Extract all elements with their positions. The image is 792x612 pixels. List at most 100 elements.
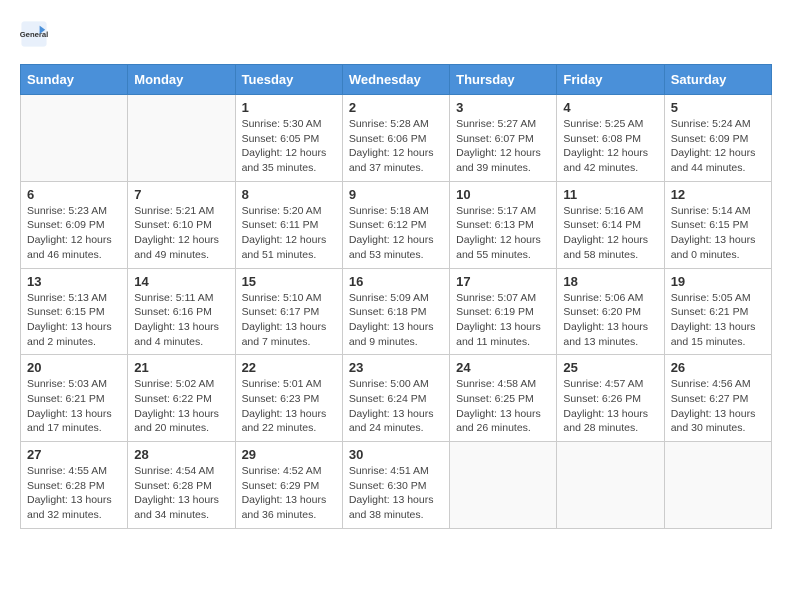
calendar-week-row: 13 Sunrise: 5:13 AM Sunset: 6:15 PM Dayli… — [21, 268, 772, 355]
weekday-header-saturday: Saturday — [664, 65, 771, 95]
day-info: Sunrise: 5:28 AM Sunset: 6:06 PM Dayligh… — [349, 117, 443, 176]
calendar-day-cell — [128, 95, 235, 182]
weekday-header-friday: Friday — [557, 65, 664, 95]
day-number: 28 — [134, 447, 228, 462]
calendar-day-cell: 24 Sunrise: 4:58 AM Sunset: 6:25 PM Dayli… — [450, 355, 557, 442]
calendar-day-cell: 14 Sunrise: 5:11 AM Sunset: 6:16 PM Dayli… — [128, 268, 235, 355]
calendar-day-cell: 30 Sunrise: 4:51 AM Sunset: 6:30 PM Dayli… — [342, 442, 449, 529]
day-number: 23 — [349, 360, 443, 375]
calendar-day-cell — [664, 442, 771, 529]
calendar-day-cell: 19 Sunrise: 5:05 AM Sunset: 6:21 PM Dayli… — [664, 268, 771, 355]
day-info: Sunrise: 5:23 AM Sunset: 6:09 PM Dayligh… — [27, 204, 121, 263]
day-number: 10 — [456, 187, 550, 202]
day-number: 30 — [349, 447, 443, 462]
day-number: 27 — [27, 447, 121, 462]
day-info: Sunrise: 4:51 AM Sunset: 6:30 PM Dayligh… — [349, 464, 443, 523]
calendar-day-cell: 23 Sunrise: 5:00 AM Sunset: 6:24 PM Dayli… — [342, 355, 449, 442]
calendar-day-cell: 16 Sunrise: 5:09 AM Sunset: 6:18 PM Dayli… — [342, 268, 449, 355]
day-number: 16 — [349, 274, 443, 289]
calendar-day-cell: 25Sunrise: 4:57 AM Sunset: 6:26 PM Dayli… — [557, 355, 664, 442]
day-info: Sunrise: 5:16 AM Sunset: 6:14 PM Dayligh… — [563, 204, 657, 263]
day-info: Sunrise: 5:30 AM Sunset: 6:05 PM Dayligh… — [242, 117, 336, 176]
day-info: Sunrise: 4:58 AM Sunset: 6:25 PM Dayligh… — [456, 377, 550, 436]
calendar-day-cell: 20 Sunrise: 5:03 AM Sunset: 6:21 PM Dayli… — [21, 355, 128, 442]
day-number: 14 — [134, 274, 228, 289]
calendar-day-cell: 5Sunrise: 5:24 AM Sunset: 6:09 PM Daylig… — [664, 95, 771, 182]
calendar-day-cell: 12 Sunrise: 5:14 AM Sunset: 6:15 PM Dayli… — [664, 181, 771, 268]
calendar-day-cell — [557, 442, 664, 529]
day-number: 29 — [242, 447, 336, 462]
day-info: Sunrise: 5:13 AM Sunset: 6:15 PM Dayligh… — [27, 291, 121, 350]
calendar-day-cell: 6 Sunrise: 5:23 AM Sunset: 6:09 PM Daylig… — [21, 181, 128, 268]
day-number: 3 — [456, 100, 550, 115]
page-header: General — [20, 20, 772, 48]
calendar-day-cell: 27 Sunrise: 4:55 AM Sunset: 6:28 PM Dayli… — [21, 442, 128, 529]
day-number: 1 — [242, 100, 336, 115]
day-info: Sunrise: 5:06 AM Sunset: 6:20 PM Dayligh… — [563, 291, 657, 350]
day-info: Sunrise: 5:25 AM Sunset: 6:08 PM Dayligh… — [563, 117, 657, 176]
day-info: Sunrise: 5:21 AM Sunset: 6:10 PM Dayligh… — [134, 204, 228, 263]
calendar-week-row: 6 Sunrise: 5:23 AM Sunset: 6:09 PM Daylig… — [21, 181, 772, 268]
calendar-day-cell: 7 Sunrise: 5:21 AM Sunset: 6:10 PM Daylig… — [128, 181, 235, 268]
day-info: Sunrise: 5:07 AM Sunset: 6:19 PM Dayligh… — [456, 291, 550, 350]
day-info: Sunrise: 5:02 AM Sunset: 6:22 PM Dayligh… — [134, 377, 228, 436]
svg-text:General: General — [20, 30, 48, 39]
day-number: 13 — [27, 274, 121, 289]
day-number: 21 — [134, 360, 228, 375]
weekday-header-sunday: Sunday — [21, 65, 128, 95]
calendar-day-cell: 1 Sunrise: 5:30 AM Sunset: 6:05 PM Daylig… — [235, 95, 342, 182]
calendar-day-cell: 28 Sunrise: 4:54 AM Sunset: 6:28 PM Dayli… — [128, 442, 235, 529]
day-info: Sunrise: 4:52 AM Sunset: 6:29 PM Dayligh… — [242, 464, 336, 523]
day-info: Sunrise: 5:27 AM Sunset: 6:07 PM Dayligh… — [456, 117, 550, 176]
logo: General — [20, 20, 52, 48]
day-info: Sunrise: 5:18 AM Sunset: 6:12 PM Dayligh… — [349, 204, 443, 263]
day-info: Sunrise: 4:54 AM Sunset: 6:28 PM Dayligh… — [134, 464, 228, 523]
calendar-day-cell: 13 Sunrise: 5:13 AM Sunset: 6:15 PM Dayli… — [21, 268, 128, 355]
day-number: 8 — [242, 187, 336, 202]
calendar-week-row: 27 Sunrise: 4:55 AM Sunset: 6:28 PM Dayli… — [21, 442, 772, 529]
calendar-day-cell: 2Sunrise: 5:28 AM Sunset: 6:06 PM Daylig… — [342, 95, 449, 182]
day-number: 12 — [671, 187, 765, 202]
weekday-header-monday: Monday — [128, 65, 235, 95]
calendar-day-cell: 21 Sunrise: 5:02 AM Sunset: 6:22 PM Dayli… — [128, 355, 235, 442]
day-number: 11 — [563, 187, 657, 202]
day-info: Sunrise: 5:00 AM Sunset: 6:24 PM Dayligh… — [349, 377, 443, 436]
day-info: Sunrise: 5:11 AM Sunset: 6:16 PM Dayligh… — [134, 291, 228, 350]
day-number: 15 — [242, 274, 336, 289]
weekday-header-tuesday: Tuesday — [235, 65, 342, 95]
day-number: 19 — [671, 274, 765, 289]
calendar-day-cell: 29 Sunrise: 4:52 AM Sunset: 6:29 PM Dayli… — [235, 442, 342, 529]
day-info: Sunrise: 5:10 AM Sunset: 6:17 PM Dayligh… — [242, 291, 336, 350]
day-info: Sunrise: 5:09 AM Sunset: 6:18 PM Dayligh… — [349, 291, 443, 350]
calendar-week-row: 20 Sunrise: 5:03 AM Sunset: 6:21 PM Dayli… — [21, 355, 772, 442]
day-info: Sunrise: 5:17 AM Sunset: 6:13 PM Dayligh… — [456, 204, 550, 263]
calendar-day-cell: 8 Sunrise: 5:20 AM Sunset: 6:11 PM Daylig… — [235, 181, 342, 268]
day-info: Sunrise: 4:56 AM Sunset: 6:27 PM Dayligh… — [671, 377, 765, 436]
day-info: Sunrise: 4:55 AM Sunset: 6:28 PM Dayligh… — [27, 464, 121, 523]
day-number: 24 — [456, 360, 550, 375]
day-number: 25 — [563, 360, 657, 375]
day-info: Sunrise: 5:20 AM Sunset: 6:11 PM Dayligh… — [242, 204, 336, 263]
day-number: 4 — [563, 100, 657, 115]
day-number: 26 — [671, 360, 765, 375]
weekday-header-wednesday: Wednesday — [342, 65, 449, 95]
day-info: Sunrise: 5:05 AM Sunset: 6:21 PM Dayligh… — [671, 291, 765, 350]
calendar-day-cell — [21, 95, 128, 182]
calendar-day-cell: 26 Sunrise: 4:56 AM Sunset: 6:27 PM Dayli… — [664, 355, 771, 442]
day-number: 6 — [27, 187, 121, 202]
calendar-day-cell: 3 Sunrise: 5:27 AM Sunset: 6:07 PM Daylig… — [450, 95, 557, 182]
calendar-table: SundayMondayTuesdayWednesdayThursdayFrid… — [20, 64, 772, 529]
calendar-day-cell: 18 Sunrise: 5:06 AM Sunset: 6:20 PM Dayli… — [557, 268, 664, 355]
calendar-day-cell: 15 Sunrise: 5:10 AM Sunset: 6:17 PM Dayli… — [235, 268, 342, 355]
logo-icon: General — [20, 20, 48, 48]
calendar-day-cell — [450, 442, 557, 529]
day-info: Sunrise: 5:03 AM Sunset: 6:21 PM Dayligh… — [27, 377, 121, 436]
day-number: 9 — [349, 187, 443, 202]
day-number: 18 — [563, 274, 657, 289]
day-number: 20 — [27, 360, 121, 375]
calendar-day-cell: 17Sunrise: 5:07 AM Sunset: 6:19 PM Dayli… — [450, 268, 557, 355]
day-info: Sunrise: 5:14 AM Sunset: 6:15 PM Dayligh… — [671, 204, 765, 263]
day-info: Sunrise: 5:24 AM Sunset: 6:09 PM Dayligh… — [671, 117, 765, 176]
day-number: 7 — [134, 187, 228, 202]
calendar-week-row: 1 Sunrise: 5:30 AM Sunset: 6:05 PM Daylig… — [21, 95, 772, 182]
